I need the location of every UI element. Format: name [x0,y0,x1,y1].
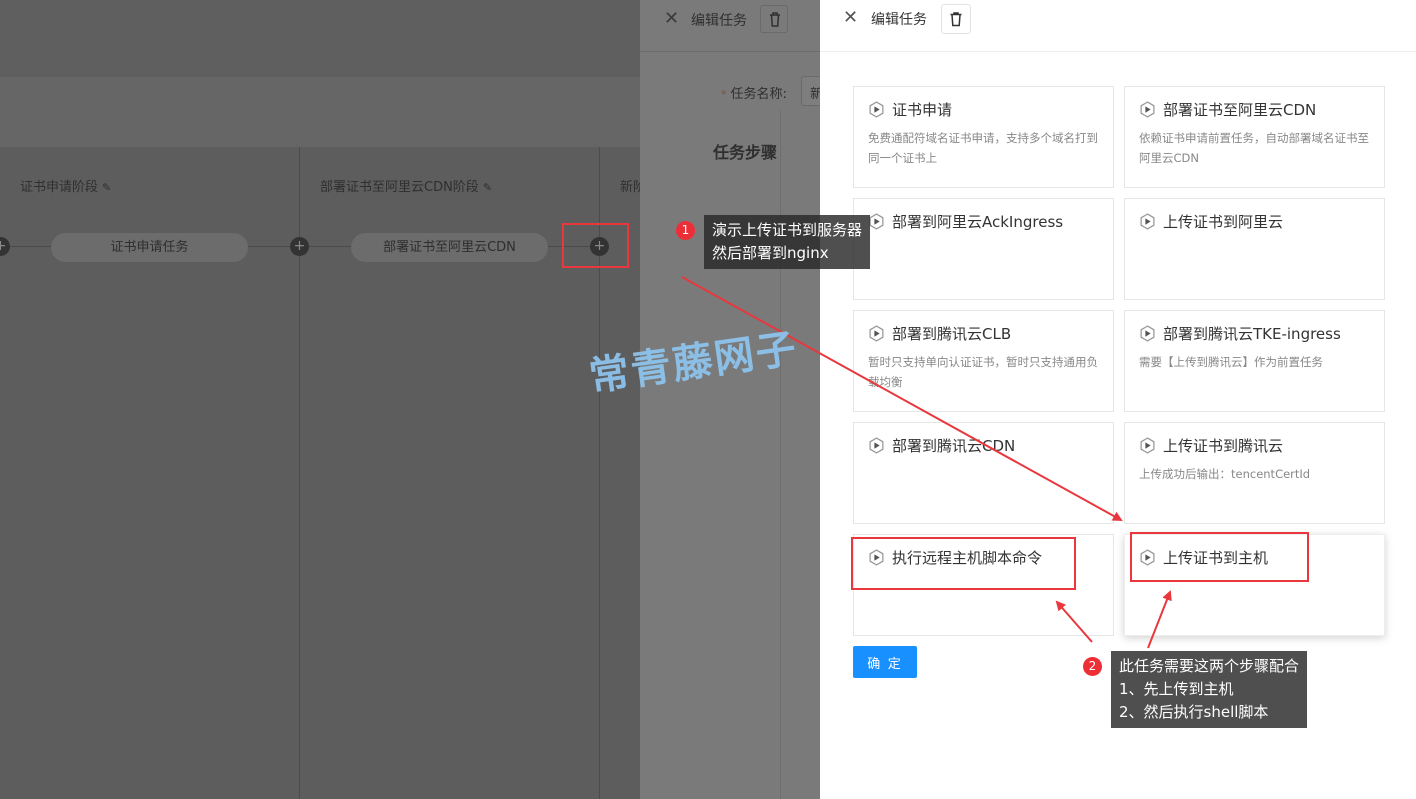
edit-icon[interactable]: ✎ [102,181,111,194]
drawer-header: ✕ 编辑任务 [820,0,1416,52]
task-plugin-card[interactable]: 上传证书到腾讯云 上传成功后输出：tencentCertId [1124,422,1385,524]
edit-icon[interactable]: ✎ [483,181,492,194]
delete-button[interactable] [941,4,971,34]
task-plugin-card[interactable]: 部署到腾讯云TKE-ingress 需要【上传到腾讯云】作为前置任务 [1124,310,1385,412]
step-badge: 1 [676,221,695,240]
plugin-icon [869,101,884,118]
pipeline-toolbar [0,77,640,147]
pipeline-canvas: 证书申请阶段✎ 部署证书至阿里云CDN阶段✎ 新阶段 + 证书申请任务 + 部署… [0,0,640,799]
drawer-title: 编辑任务 [691,13,747,29]
add-task-icon[interactable]: + [290,237,309,256]
stage-title[interactable]: 部署证书至阿里云CDN阶段 ✎ [320,176,492,195]
edit-task-drawer-back: ✕ 编辑任务 * 任务名称: 新 任务步骤 [640,0,841,799]
divider [780,110,781,799]
pipeline-topbar [0,0,640,77]
task-plugin-card[interactable]: 证书申请 免费通配符域名证书申请，支持多个域名打到同一个证书上 [853,86,1114,188]
annotation-note: 演示上传证书到服务器 然后部署到nginx [704,215,871,269]
close-icon[interactable]: ✕ [843,7,858,28]
drawer-title: 编辑任务 [871,12,927,28]
highlight-box [1130,532,1309,582]
close-icon[interactable]: ✕ [664,8,679,29]
plugin-icon [869,325,884,342]
task-plugin-card[interactable]: 部署到腾讯云CDN [853,422,1114,524]
task-plugin-card[interactable]: 部署到腾讯云CLB 暂时只支持单向认证证书，暂时只支持通用负载均衡 [853,310,1114,412]
task-plugin-card[interactable]: 部署到阿里云AckIngress [853,198,1114,300]
trash-icon [770,12,780,27]
confirm-button[interactable]: 确 定 [853,646,917,678]
plugin-icon [1140,101,1155,118]
task-name-label: * 任务名称: [721,87,787,102]
steps-title: 任务步骤 [713,143,778,162]
add-task-icon[interactable]: + [0,237,10,256]
plugin-icon [1140,437,1155,454]
plugin-icon [1140,213,1155,230]
task-node[interactable]: 证书申请任务 [51,233,248,262]
plugin-icon [869,437,884,454]
drawer-header: ✕ 编辑任务 [640,0,820,52]
stage-title[interactable]: 证书申请阶段 ✎ [20,176,111,195]
trash-icon [950,12,962,27]
highlight-box [851,537,1076,590]
stage-title[interactable]: 新阶段 [620,176,640,195]
plugin-icon [869,213,884,230]
plugin-icon [1140,325,1155,342]
highlight-box [562,223,629,268]
delete-button[interactable] [760,5,788,33]
task-node[interactable]: 部署证书至阿里云CDN [351,233,548,262]
annotation-note: 此任务需要这两个步骤配合 1、先上传到主机 2、然后执行shell脚本 [1111,651,1308,728]
task-plugin-card[interactable]: 上传证书到阿里云 [1124,198,1385,300]
task-plugin-card[interactable]: 部署证书至阿里云CDN 依赖证书申请前置任务，自动部署域名证书至阿里云CDN [1124,86,1385,188]
step-badge: 2 [1083,657,1102,676]
